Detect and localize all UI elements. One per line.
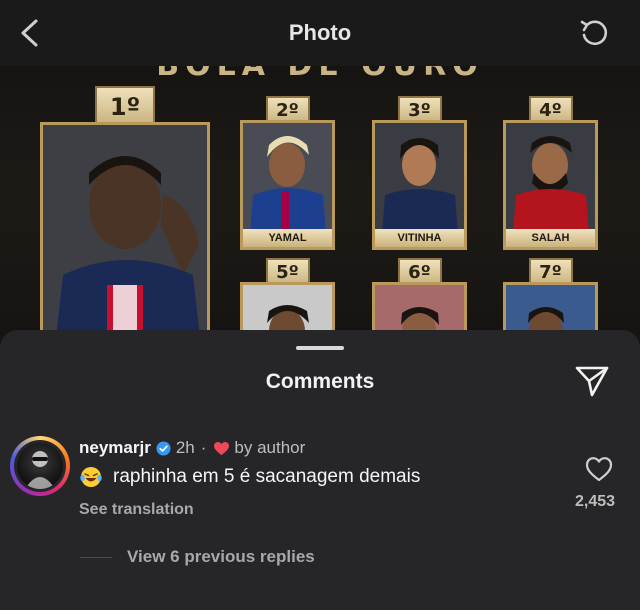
back-button[interactable] <box>14 16 46 50</box>
photo-heading: BOLA DE OURO <box>150 66 490 78</box>
player-portrait: SALAH <box>503 120 598 250</box>
player-name: SALAH <box>506 229 595 247</box>
laughing-tears-emoji-icon <box>80 467 102 487</box>
ranking-card-1: 1º <box>40 86 210 356</box>
like-heart-icon[interactable] <box>585 456 613 482</box>
page-title: Photo <box>288 20 352 45</box>
view-replies-button[interactable]: View 6 previous replies <box>127 547 315 567</box>
meta-separator: · <box>200 438 207 457</box>
ranking-card-4: 4º SALAH <box>503 96 598 250</box>
top-bar: Photo <box>0 0 640 66</box>
chevron-left-icon <box>21 19 38 47</box>
share-button[interactable] <box>574 364 610 398</box>
liked-by-author-label: by author <box>234 438 306 457</box>
author-liked-heart-icon <box>214 441 230 455</box>
player-name: YAMAL <box>243 229 332 247</box>
send-icon <box>575 366 609 397</box>
comment-username[interactable]: neymarjr <box>79 438 151 458</box>
comment-meta: neymarjr 2h · by author <box>79 438 305 458</box>
verified-badge-icon <box>156 440 171 456</box>
refresh-button[interactable] <box>578 16 612 50</box>
ranking-card-3: 3º VITINHA <box>372 96 467 250</box>
comment-text: raphinha em 5 é sacanagem demais <box>113 466 421 487</box>
comments-title: Comments <box>265 370 375 393</box>
post-photo[interactable]: BOLA DE OURO 1º 2º <box>0 66 640 356</box>
ranking-card-2: 2º YAMAL <box>240 96 335 250</box>
like-count: 2,453 <box>574 493 616 510</box>
avatar[interactable] <box>10 436 70 496</box>
player-portrait: VITINHA <box>372 120 467 250</box>
comment-body: raphinha em 5 é sacanagem demais <box>79 465 420 489</box>
sheet-drag-handle[interactable] <box>296 346 344 350</box>
player-portrait <box>40 122 210 356</box>
replies-divider <box>80 557 112 558</box>
comment-time: 2h <box>175 438 195 457</box>
player-name: VITINHA <box>375 229 464 247</box>
refresh-icon <box>580 20 608 46</box>
comments-sheet: Comments neymarjr 2h · by author raphinh… <box>0 330 640 610</box>
see-translation-link[interactable]: See translation <box>79 501 194 519</box>
player-portrait: YAMAL <box>240 120 335 250</box>
